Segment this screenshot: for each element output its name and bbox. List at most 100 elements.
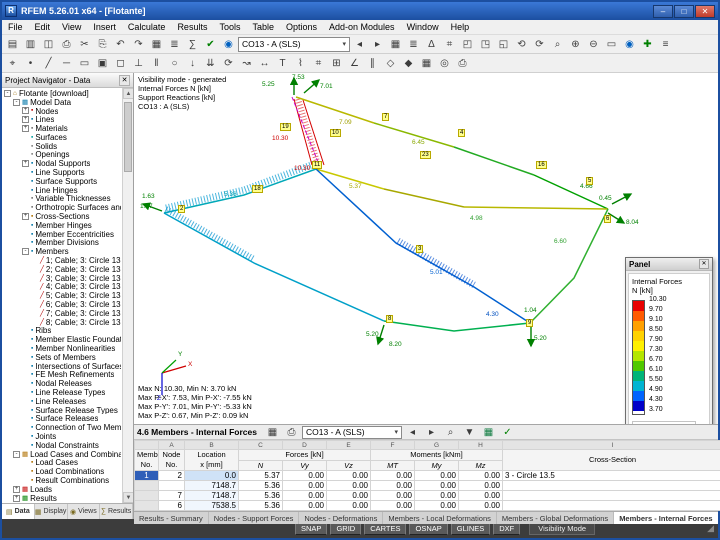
table-ok-icon[interactable]: ✓ — [499, 425, 516, 440]
tree-item[interactable]: ▪ Member Hinges — [2, 221, 121, 230]
tree-item[interactable]: + ▪ Nodes — [2, 107, 121, 116]
tree-item[interactable]: ▪ Line Releases — [2, 397, 121, 406]
internal-forces-table[interactable]: ABCDEFGHI MemberNo. NodeNo. Locationx [m… — [134, 440, 720, 511]
deformation-icon[interactable]: Δ — [423, 36, 440, 52]
menu-item[interactable]: Table — [246, 21, 280, 33]
table-row[interactable]: 7148.7 5.36 0.00 0.00 0.00 0.00 0.00 — [135, 481, 720, 491]
scrollbar-thumb[interactable] — [124, 102, 132, 172]
expand-toggle-icon[interactable]: - — [4, 90, 11, 97]
tree-item[interactable]: ▪ Surfaces — [2, 133, 121, 142]
tree-item[interactable]: ▪ Member Eccentricities — [2, 230, 121, 239]
tree-item[interactable]: + ▦ Results — [2, 494, 121, 503]
tree-item[interactable]: ▪ Ribs — [2, 327, 121, 336]
resize-grip-icon[interactable]: ◢ — [707, 523, 714, 534]
close-icon[interactable]: ✕ — [119, 75, 130, 86]
rotate-right-icon[interactable]: ⟳ — [531, 36, 548, 52]
view-xz-icon[interactable]: ◳ — [477, 36, 494, 52]
rotate-left-icon[interactable]: ⟲ — [513, 36, 530, 52]
column-letter[interactable] — [135, 441, 159, 450]
tree-item[interactable]: ╱ 7; Cable; 3: Circle 13.5 — [2, 309, 121, 318]
render-mode-icon[interactable]: ▦ — [418, 55, 435, 71]
tree-item[interactable]: ╱ 8; Cable; 3: Circle 13.5 — [2, 318, 121, 327]
tree-item[interactable]: ╱ 6; Cable; 3: Circle 13.5 — [2, 300, 121, 309]
menu-item[interactable]: Results — [171, 21, 213, 33]
zoom-icon[interactable]: ⌕ — [549, 36, 566, 52]
tree-item[interactable]: ╱ 3; Cable; 3: Circle 13.5 — [2, 274, 121, 283]
export-excel-icon[interactable]: ▦ — [480, 425, 497, 440]
expand-toggle-icon[interactable]: + — [22, 116, 29, 123]
tree-item[interactable]: ▪ Joints — [2, 432, 121, 441]
angle-icon[interactable]: ∠ — [346, 55, 363, 71]
column-letter[interactable]: G — [415, 441, 459, 450]
maximize-button[interactable]: □ — [674, 5, 694, 18]
table-tab[interactable]: Members - Local Deformations — [383, 512, 497, 524]
column-letter[interactable]: I — [503, 441, 720, 450]
expand-toggle-icon[interactable]: + — [22, 160, 29, 167]
tree-item[interactable]: - ▦ Load Cases and Combinations — [2, 450, 121, 459]
node-icon[interactable]: • — [22, 55, 39, 71]
line-support-icon[interactable]: ‖ — [148, 55, 165, 71]
nav-tab-display[interactable]: ▦ Display — [35, 504, 68, 519]
table-row[interactable]: 7 7148.7 5.36 0.00 0.00 0.00 0.00 0.00 — [135, 491, 720, 501]
tree-item[interactable]: - ⌂ Flotante [download] — [2, 89, 121, 98]
table-row[interactable]: 6 7538.5 5.36 0.00 0.00 0.00 0.00 0.00 — [135, 501, 720, 511]
moment-load-icon[interactable]: ⟳ — [220, 55, 237, 71]
member-icon[interactable]: ─ — [58, 55, 75, 71]
graphics-viewport[interactable]: Visibility mode - generatedInternal Forc… — [134, 73, 718, 425]
open-file-icon[interactable]: ▥ — [22, 36, 39, 52]
column-letter[interactable]: F — [371, 441, 415, 450]
expand-toggle-icon[interactable]: - — [13, 451, 20, 458]
surface-icon[interactable]: ▭ — [76, 55, 93, 71]
tree-item[interactable]: ▪ Member Divisions — [2, 239, 121, 248]
table-tab[interactable]: Members - Internal Forces — [614, 512, 718, 524]
expand-toggle-icon[interactable]: + — [13, 486, 20, 493]
nodal-support-icon[interactable]: ⊥ — [130, 55, 147, 71]
show-results-icon[interactable]: ◉ — [220, 36, 237, 52]
tree-item[interactable]: ▪ Load Cases — [2, 458, 121, 467]
tree-item[interactable]: ▪ Result Combinations — [2, 476, 121, 485]
tree-item[interactable]: - ▪ Members — [2, 247, 121, 256]
tree-item[interactable]: ▪ Member Elastic Foundations — [2, 335, 121, 344]
calculation-icon[interactable]: ∑ — [184, 36, 201, 52]
next-load-case-icon[interactable]: ▸ — [369, 36, 386, 52]
solid-mode-icon[interactable]: ◆ — [400, 55, 417, 71]
tree-item[interactable]: ▪ Line Supports — [2, 168, 121, 177]
expand-toggle-icon[interactable]: + — [22, 213, 29, 220]
column-letter[interactable]: C — [239, 441, 283, 450]
opening-icon[interactable]: ◻ — [112, 55, 129, 71]
table-filter-icon[interactable]: ▼ — [461, 425, 478, 440]
tree-item[interactable]: + ▪ Lines — [2, 115, 121, 124]
column-letter[interactable]: H — [459, 441, 503, 450]
solid-icon[interactable]: ▣ — [94, 55, 111, 71]
dimension-icon[interactable]: ↔ — [256, 55, 273, 71]
nav-tab-views[interactable]: ◉ Views — [68, 504, 101, 519]
menu-item[interactable]: Calculate — [122, 21, 172, 33]
work-plane-icon[interactable]: ⌗ — [310, 55, 327, 71]
tree-item[interactable]: + ▦ Loads — [2, 485, 121, 494]
scroll-down-icon[interactable]: ▼ — [123, 492, 133, 503]
menu-item[interactable]: Help — [445, 21, 476, 33]
table-search-icon[interactable]: ⌕ — [442, 425, 459, 440]
line-load-icon[interactable]: ⇊ — [202, 55, 219, 71]
tree-item[interactable]: ▪ Sets of Members — [2, 353, 121, 362]
tree-item[interactable]: ▪ FE Mesh Refinements — [2, 371, 121, 380]
zoom-out-icon[interactable]: ⊖ — [585, 36, 602, 52]
redo-icon[interactable]: ↷ — [130, 36, 147, 52]
scroll-up-icon[interactable]: ▲ — [123, 88, 133, 99]
print-graphic-icon[interactable]: ⎙ — [454, 55, 471, 71]
new-file-icon[interactable]: ▤ — [4, 36, 21, 52]
check-model-icon[interactable]: ✔ — [202, 36, 219, 52]
expand-toggle-icon[interactable]: - — [13, 99, 20, 106]
tree-item[interactable]: ▪ Surface Supports — [2, 177, 121, 186]
table-tab[interactable]: Nodes - Support Forces — [209, 512, 300, 524]
results-table-icon[interactable]: ▦ — [387, 36, 404, 52]
tree-scrollbar[interactable]: ▲ ▼ — [122, 88, 133, 503]
tree-item[interactable]: ▪ Solids — [2, 142, 121, 151]
hinge-icon[interactable]: ○ — [166, 55, 183, 71]
results-panel-window[interactable]: Panel ✕ Internal Forces N [kN] 10.309.70… — [625, 257, 713, 425]
previous-load-case-icon[interactable]: ◂ — [351, 36, 368, 52]
tree-item[interactable]: ╱ 4; Cable; 3: Circle 13.5 — [2, 283, 121, 292]
tree-item[interactable]: ▪ Nodal Constraints — [2, 441, 121, 450]
tables-icon[interactable]: ▦ — [148, 36, 165, 52]
wireframe-mode-icon[interactable]: ◇ — [382, 55, 399, 71]
